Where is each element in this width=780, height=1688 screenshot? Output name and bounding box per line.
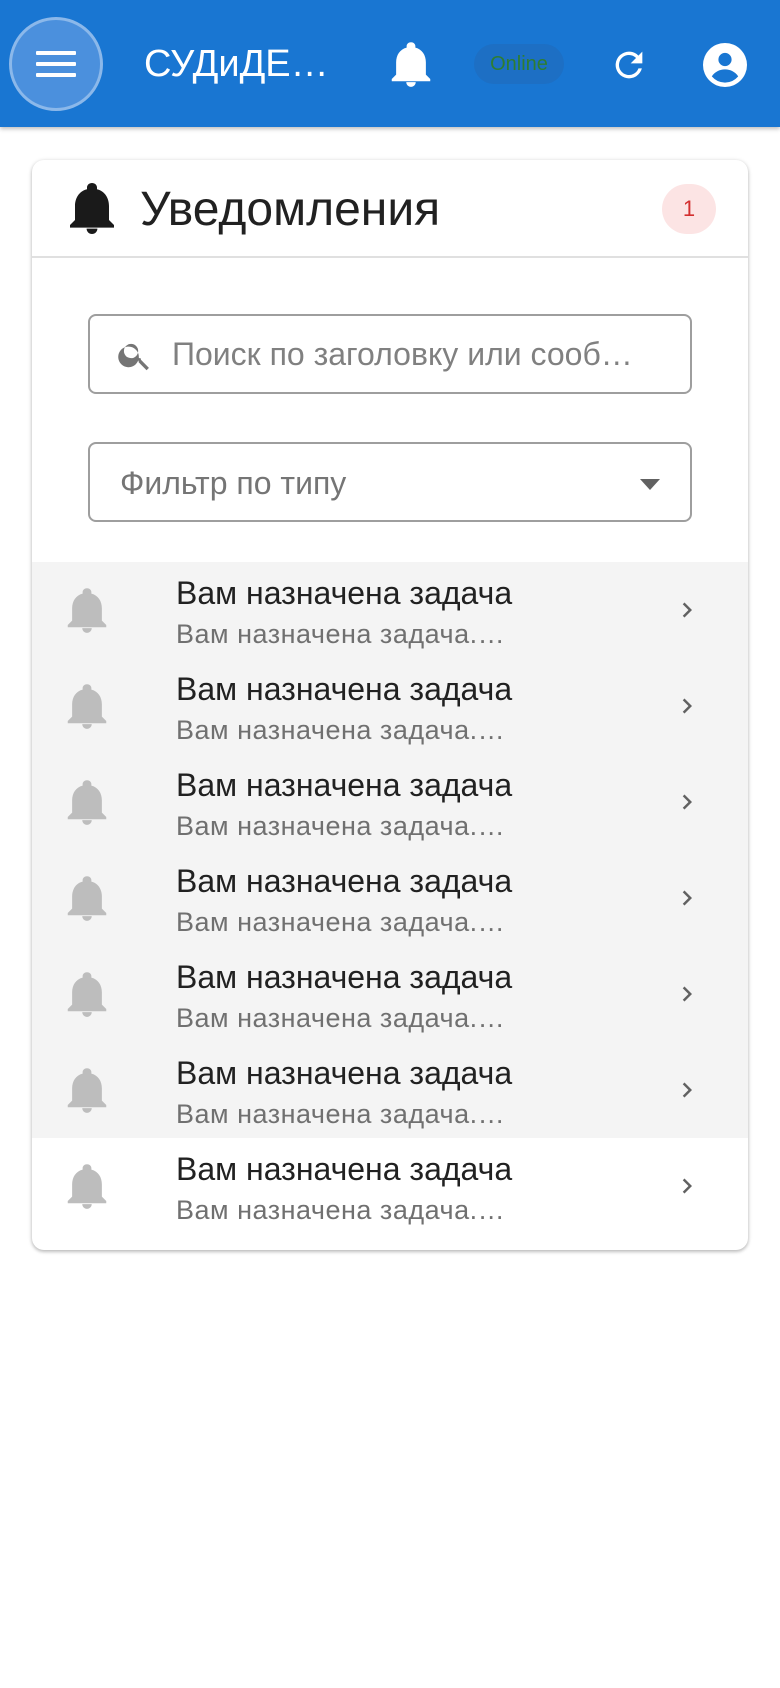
notification-message: Вам назначена задача.… <box>176 1003 506 1033</box>
notification-item[interactable]: Вам назначена задача Вам назначена задач… <box>32 562 748 658</box>
bell-icon <box>67 972 107 1017</box>
type-filter-select[interactable]: Фильтр по типу <box>88 442 692 522</box>
notification-item[interactable]: Вам назначена задача Вам назначена задач… <box>32 850 748 946</box>
refresh-icon <box>615 51 643 79</box>
app-title: СУДиДЕ… <box>144 43 329 85</box>
bell-icon <box>67 684 107 729</box>
app-bar: СУДиДЕ… Online <box>0 0 780 127</box>
bell-icon <box>70 183 114 234</box>
card-header: Уведомления 1 <box>32 160 748 258</box>
notification-item[interactable]: Вам назначена задача Вам назначена задач… <box>32 658 748 754</box>
notification-title: Вам назначена задача <box>176 575 513 611</box>
chevron-right-icon <box>682 698 692 714</box>
notification-item[interactable]: Вам назначена задача Вам назначена задач… <box>32 946 748 1042</box>
bell-icon <box>391 42 431 87</box>
notification-title: Вам назначена задача <box>176 1055 513 1091</box>
connection-status-badge: Online <box>474 44 564 84</box>
chevron-right-icon <box>682 986 692 1002</box>
chevron-down-icon <box>640 479 660 490</box>
bell-icon <box>67 1068 107 1113</box>
page-title: Уведомления <box>140 183 441 236</box>
notification-message: Вам назначена задача.… <box>176 1099 506 1129</box>
search-input[interactable] <box>170 316 670 392</box>
unread-count-badge: 1 <box>662 184 716 234</box>
notification-message: Вам назначена задача.… <box>176 619 506 649</box>
chevron-right-icon <box>682 890 692 906</box>
bell-icon <box>67 588 107 633</box>
bell-icon <box>67 876 107 921</box>
notification-message: Вам назначена задача.… <box>176 907 506 937</box>
account-circle-icon <box>703 43 747 87</box>
notification-message: Вам назначена задача.… <box>176 1195 506 1225</box>
notifications-card: Уведомления 1 Фильтр по типу Вам назначе… <box>32 160 748 1250</box>
notification-title: Вам назначена задача <box>176 1151 513 1187</box>
chevron-right-icon <box>682 794 692 810</box>
notification-message: Вам назначена задача.… <box>176 715 506 745</box>
type-filter-label: Фильтр по типу <box>120 465 347 501</box>
notification-message: Вам назначена задача.… <box>176 811 506 841</box>
chevron-right-icon <box>682 602 692 618</box>
notification-title: Вам назначена задача <box>176 671 513 707</box>
notifications-list: Вам назначена задача Вам назначена задач… <box>32 562 748 1234</box>
chevron-right-icon <box>682 1178 692 1194</box>
notification-title: Вам назначена задача <box>176 767 513 803</box>
notification-item[interactable]: Вам назначена задача Вам назначена задач… <box>32 754 748 850</box>
chevron-right-icon <box>682 1082 692 1098</box>
bell-icon <box>67 780 107 825</box>
search-icon <box>118 343 149 371</box>
notification-title: Вам назначена задача <box>176 863 513 899</box>
bell-icon <box>67 1164 107 1209</box>
menu-icon <box>36 51 76 77</box>
notification-item[interactable]: Вам назначена задача Вам назначена задач… <box>32 1138 748 1234</box>
account-button[interactable] <box>698 38 752 92</box>
notifications-button[interactable] <box>386 40 436 90</box>
notification-title: Вам назначена задача <box>176 959 513 995</box>
refresh-button[interactable] <box>604 40 654 90</box>
search-field[interactable] <box>88 314 692 394</box>
menu-button[interactable] <box>9 17 103 111</box>
notification-item[interactable]: Вам назначена задача Вам назначена задач… <box>32 1042 748 1138</box>
